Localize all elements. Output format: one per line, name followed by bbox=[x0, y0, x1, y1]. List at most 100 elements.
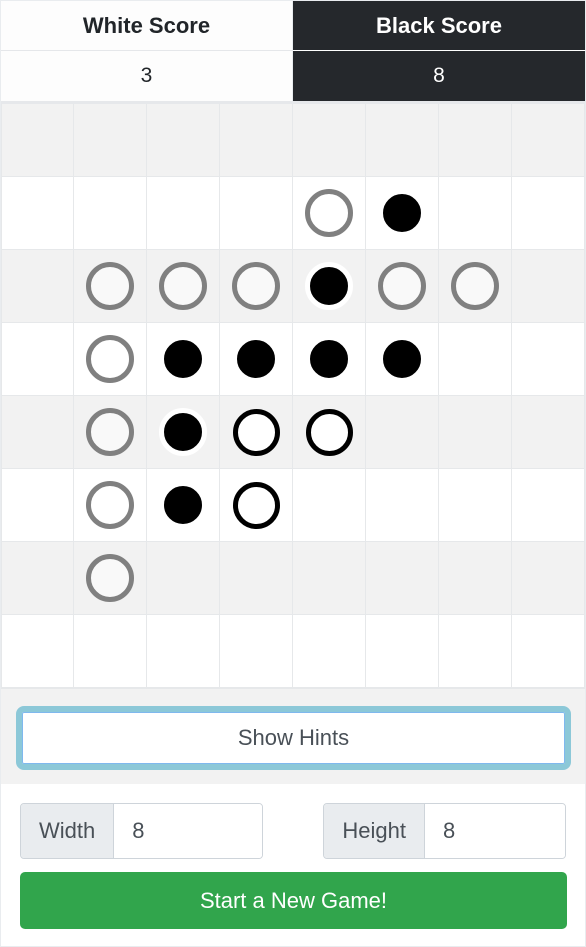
board-cell[interactable] bbox=[1, 104, 74, 177]
black-piece bbox=[232, 335, 280, 383]
hint-move-marker[interactable] bbox=[451, 262, 499, 310]
board-cell[interactable] bbox=[74, 469, 147, 542]
hint-move-marker[interactable] bbox=[86, 554, 134, 602]
hint-move-marker[interactable] bbox=[86, 408, 134, 456]
board-cell[interactable] bbox=[439, 250, 512, 323]
board-cell[interactable] bbox=[1, 469, 74, 542]
board-cell[interactable] bbox=[512, 323, 585, 396]
white-piece bbox=[232, 481, 280, 529]
board-cell[interactable] bbox=[439, 615, 512, 688]
board-cell[interactable] bbox=[366, 615, 439, 688]
black-score-value: 8 bbox=[293, 51, 585, 101]
board-cell[interactable] bbox=[293, 104, 366, 177]
board-cell[interactable] bbox=[1, 396, 74, 469]
board-cell[interactable] bbox=[147, 250, 220, 323]
hint-move-marker[interactable] bbox=[232, 262, 280, 310]
board-cell[interactable] bbox=[512, 396, 585, 469]
board-cell[interactable] bbox=[147, 396, 220, 469]
board-cell[interactable] bbox=[220, 104, 293, 177]
black-score-label: Black Score bbox=[293, 1, 585, 51]
board-cell[interactable] bbox=[512, 250, 585, 323]
hint-move-marker[interactable] bbox=[159, 262, 207, 310]
black-piece bbox=[378, 335, 426, 383]
board-cell[interactable] bbox=[74, 104, 147, 177]
board-cell[interactable] bbox=[293, 469, 366, 542]
board-cell[interactable] bbox=[74, 542, 147, 615]
white-score-value: 3 bbox=[1, 51, 293, 101]
width-input[interactable] bbox=[114, 804, 263, 858]
board-cell[interactable] bbox=[74, 177, 147, 250]
board-cell[interactable] bbox=[1, 615, 74, 688]
board-cell[interactable] bbox=[293, 542, 366, 615]
board-cell[interactable] bbox=[293, 250, 366, 323]
board-cell[interactable] bbox=[366, 542, 439, 615]
board-cell[interactable] bbox=[147, 177, 220, 250]
board-cell[interactable] bbox=[439, 542, 512, 615]
board-cell[interactable] bbox=[1, 542, 74, 615]
hints-bar: Show Hints bbox=[1, 688, 585, 784]
hint-move-marker[interactable] bbox=[378, 262, 426, 310]
board-cell[interactable] bbox=[220, 396, 293, 469]
board-cell[interactable] bbox=[147, 542, 220, 615]
board-cell[interactable] bbox=[293, 396, 366, 469]
board-cell[interactable] bbox=[1, 250, 74, 323]
black-piece bbox=[305, 335, 353, 383]
board-cell[interactable] bbox=[220, 615, 293, 688]
height-label: Height bbox=[324, 804, 425, 858]
white-piece bbox=[305, 408, 353, 456]
board-cell[interactable] bbox=[366, 323, 439, 396]
board-cell[interactable] bbox=[512, 177, 585, 250]
board-cell[interactable] bbox=[439, 104, 512, 177]
hint-move-marker[interactable] bbox=[86, 262, 134, 310]
board-cell[interactable] bbox=[74, 323, 147, 396]
board-cell[interactable] bbox=[220, 177, 293, 250]
board-cell[interactable] bbox=[1, 323, 74, 396]
width-label: Width bbox=[21, 804, 115, 858]
start-new-game-button[interactable]: Start a New Game! bbox=[20, 872, 567, 929]
board-cell[interactable] bbox=[293, 615, 366, 688]
height-input[interactable] bbox=[425, 804, 565, 858]
board-cell[interactable] bbox=[147, 615, 220, 688]
board-cell[interactable] bbox=[74, 615, 147, 688]
black-piece bbox=[159, 481, 207, 529]
board-cell[interactable] bbox=[512, 469, 585, 542]
game-board-container bbox=[1, 101, 585, 688]
reversi-app: White Score Black Score 3 8 Show Hints W… bbox=[0, 0, 586, 947]
show-hints-button[interactable]: Show Hints bbox=[16, 706, 571, 770]
new-game-controls: Width Height Start a New Game! bbox=[1, 784, 585, 929]
board-cell[interactable] bbox=[512, 615, 585, 688]
black-piece bbox=[305, 262, 353, 310]
board-cell[interactable] bbox=[293, 177, 366, 250]
board-cell[interactable] bbox=[439, 469, 512, 542]
score-board: White Score Black Score 3 8 bbox=[1, 1, 585, 101]
board-cell[interactable] bbox=[512, 104, 585, 177]
board-cell[interactable] bbox=[366, 104, 439, 177]
hint-move-marker[interactable] bbox=[86, 335, 134, 383]
board-cell[interactable] bbox=[512, 542, 585, 615]
hint-move-marker[interactable] bbox=[305, 189, 353, 237]
board-cell[interactable] bbox=[220, 323, 293, 396]
board-cell[interactable] bbox=[147, 323, 220, 396]
board-cell[interactable] bbox=[1, 177, 74, 250]
board-cell[interactable] bbox=[74, 396, 147, 469]
board-cell[interactable] bbox=[439, 396, 512, 469]
board-cell[interactable] bbox=[220, 250, 293, 323]
board-cell[interactable] bbox=[366, 396, 439, 469]
board-cell[interactable] bbox=[147, 469, 220, 542]
board-cell[interactable] bbox=[147, 104, 220, 177]
white-score-label: White Score bbox=[1, 1, 293, 51]
board-cell[interactable] bbox=[366, 250, 439, 323]
board-cell[interactable] bbox=[293, 323, 366, 396]
board-cell[interactable] bbox=[220, 469, 293, 542]
board-cell[interactable] bbox=[366, 469, 439, 542]
black-piece bbox=[159, 408, 207, 456]
black-piece bbox=[378, 189, 426, 237]
hint-move-marker[interactable] bbox=[86, 481, 134, 529]
board-cell[interactable] bbox=[439, 323, 512, 396]
board-cell[interactable] bbox=[366, 177, 439, 250]
width-input-group: Width bbox=[20, 803, 264, 859]
board-cell[interactable] bbox=[220, 542, 293, 615]
white-piece bbox=[232, 408, 280, 456]
board-cell[interactable] bbox=[439, 177, 512, 250]
board-cell[interactable] bbox=[74, 250, 147, 323]
